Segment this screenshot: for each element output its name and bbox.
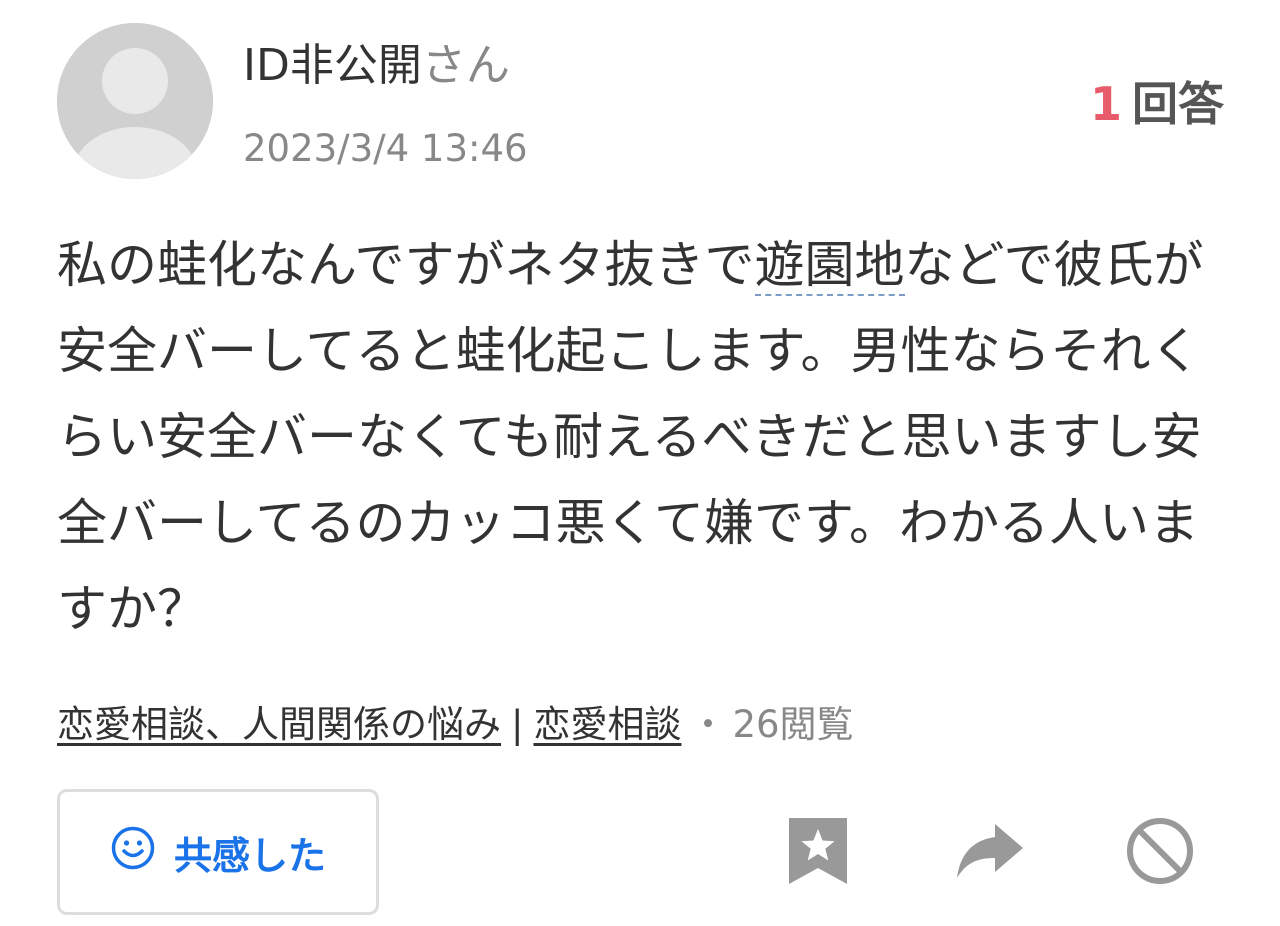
meta-dot: ・ (689, 703, 727, 746)
category-separator: | (511, 703, 524, 746)
question-detail-page: ID非公開さん 2023/3/4 13:46 1 回答 私の蛙化なんですがネタ抜き… (0, 0, 1280, 926)
answer-count: 1 (1089, 77, 1122, 131)
prohibited-icon (1125, 816, 1195, 890)
answer-count-label: 回答 (1132, 77, 1224, 131)
category-meta: 恋愛相談、人間関係の悩み | 恋愛相談・ 26閲覧 (57, 700, 854, 750)
view-count: 26閲覧 (732, 703, 854, 746)
bookmark-button[interactable] (780, 815, 856, 891)
avatar[interactable] (57, 23, 213, 179)
username-suffix: さん (421, 40, 510, 91)
answer-count-link[interactable]: 1 回答 (1090, 76, 1224, 132)
category-link-primary[interactable]: 恋愛相談、人間関係の悩み (57, 703, 501, 746)
empathy-button-label: 共感した (173, 833, 326, 878)
question-text-start: 私の蛙化なんですがネタ抜きで (57, 236, 755, 294)
smile-icon (110, 825, 156, 880)
username[interactable]: ID非公開さん (243, 38, 510, 94)
block-button[interactable] (1122, 815, 1198, 891)
post-timestamp: 2023/3/4 13:46 (243, 127, 528, 170)
bookmark-star-icon (787, 816, 849, 890)
question-text-end: などで彼氏が安全バーしてると蛙化起こします。男性ならそれくらい安全バーなくても耐… (57, 236, 1204, 638)
question-body: 私の蛙化なんですがネタ抜きで遊園地などで彼氏が安全バーしてると蛙化起こします。男… (57, 222, 1227, 652)
keyword-link[interactable]: 遊園地 (754, 236, 905, 296)
default-user-icon (57, 23, 213, 179)
category-link-secondary[interactable]: 恋愛相談 (533, 703, 681, 746)
empathy-button[interactable]: 共感した (57, 789, 379, 915)
share-button[interactable] (952, 815, 1028, 891)
username-id: ID非公開 (243, 40, 422, 91)
share-arrow-icon (955, 822, 1025, 884)
